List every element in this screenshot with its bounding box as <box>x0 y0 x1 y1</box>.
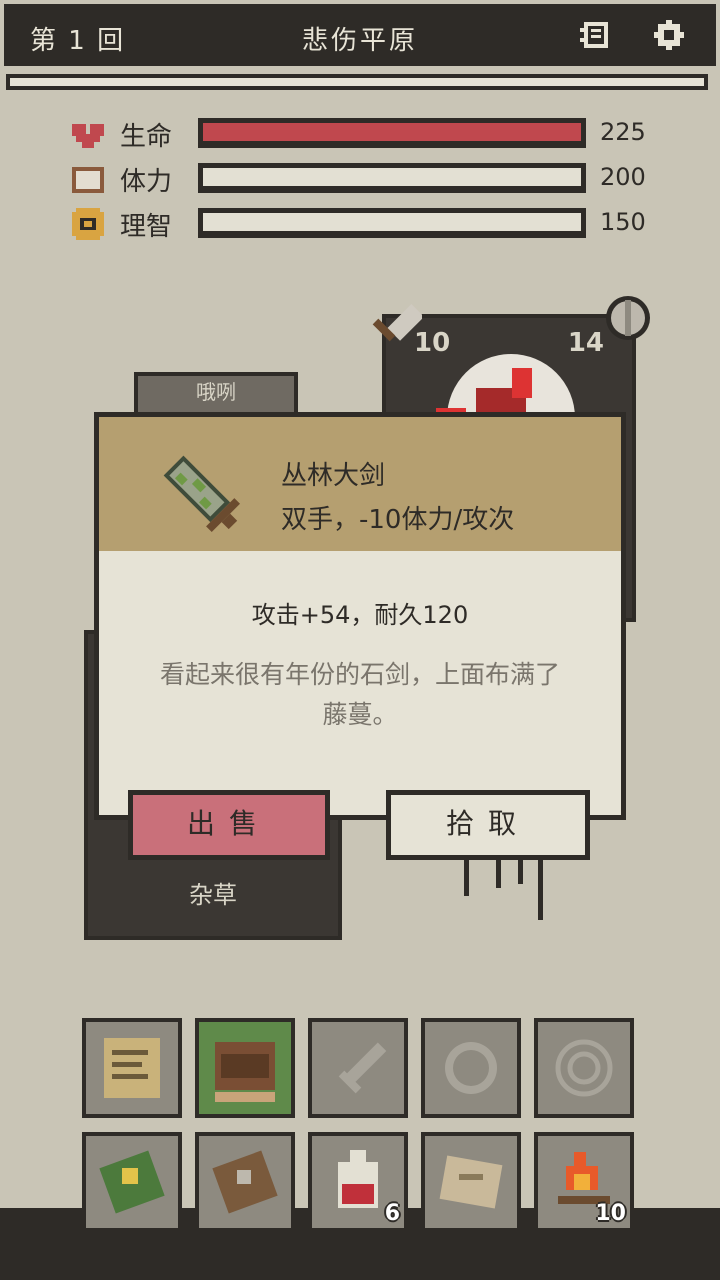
item-header: 丛林大剑 双手，-10体力/攻次 <box>99 417 621 551</box>
equip-slot-journal[interactable] <box>82 1018 182 1118</box>
equip-slot-amulet[interactable] <box>534 1018 634 1118</box>
scroll-icon <box>104 1038 160 1098</box>
equip-slot-shield[interactable] <box>421 1018 521 1118</box>
equip-slot-backpack[interactable] <box>195 1018 295 1118</box>
card-roots-icon <box>464 860 543 920</box>
stat-value: 200 <box>600 163 646 191</box>
sword-slot-icon <box>338 1042 387 1094</box>
map-icon <box>439 1155 503 1209</box>
turn-progress-bar <box>6 74 708 90</box>
enemy-attack-sword-icon <box>364 292 425 354</box>
health-bar <box>198 118 586 148</box>
item-count: 10 <box>595 1201 626 1226</box>
stat-label: 理智 <box>120 212 173 242</box>
stat-label: 体力 <box>120 167 173 197</box>
item-count: 6 <box>384 1201 400 1226</box>
heart-icon <box>70 116 106 152</box>
jungle-greatsword-icon <box>155 445 243 537</box>
inventory-slot-map[interactable] <box>421 1132 521 1232</box>
backpack-icon <box>215 1042 275 1102</box>
stat-health: 生命 225 <box>70 114 670 154</box>
equip-slot-weapon[interactable] <box>308 1018 408 1118</box>
shield-slot-icon <box>445 1042 497 1094</box>
inventory-slot-brown-book[interactable] <box>195 1132 295 1232</box>
inventory-slot-green-book[interactable] <box>82 1132 182 1232</box>
sell-button[interactable]: 出售 <box>128 790 330 860</box>
herb-card-label: 杂草 <box>189 881 237 909</box>
stat-sanity: 理智 150 <box>70 204 670 244</box>
item-detail-modal: 丛林大剑 双手，-10体力/攻次 攻击+54，耐久120 看起来很有年份的石剑，… <box>94 412 626 820</box>
coin-icon <box>70 206 106 242</box>
sanity-bar <box>198 208 586 238</box>
stat-value: 225 <box>600 118 646 146</box>
pickup-button[interactable]: 拾取 <box>386 790 590 860</box>
location-sign-text: 哦咧 <box>196 380 236 404</box>
item-description: 看起来很有年份的石剑，上面布满了藤蔓。 <box>159 660 560 729</box>
brown-book-icon <box>212 1150 278 1214</box>
item-name: 丛林大剑 <box>281 461 386 491</box>
inventory-slot-campfire[interactable]: 10 <box>534 1132 634 1232</box>
inventory-slot-potion[interactable]: 6 <box>308 1132 408 1232</box>
item-stats: 攻击+54，耐久120 <box>251 601 469 629</box>
bread-icon <box>70 161 106 197</box>
stat-value: 150 <box>600 208 646 236</box>
settings-gear-icon[interactable] <box>652 18 686 52</box>
green-book-icon <box>99 1150 165 1214</box>
amulet-slot-icon <box>555 1039 613 1097</box>
enemy-defense-shield-icon <box>602 292 654 348</box>
item-type: 双手，-10体力/攻次 <box>281 505 515 535</box>
stat-label: 生命 <box>120 122 173 152</box>
top-bar: 第 1 回 悲伤平原 <box>4 4 716 66</box>
journal-icon[interactable] <box>578 18 612 52</box>
stamina-bar <box>198 163 586 193</box>
stat-stamina: 体力 200 <box>70 159 670 199</box>
